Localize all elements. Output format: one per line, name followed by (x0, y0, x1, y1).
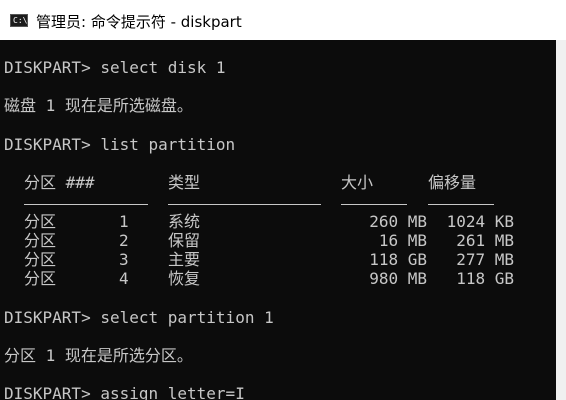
table-cell-size: 980 MB (369, 269, 427, 288)
window-title: 管理员: 命令提示符 - diskpart (36, 13, 242, 31)
console-line-command: DISKPART> select partition 1 (4, 308, 274, 327)
table-header-partition: 分区 ### (24, 173, 95, 192)
table-header-type: 类型 (168, 173, 201, 192)
table-cell-number: 2 (119, 231, 129, 250)
table-cell-size: 118 GB (369, 250, 427, 269)
table-cell-name: 分区 (24, 231, 57, 250)
table-cell-type: 主要 (168, 250, 201, 269)
table-cell-type: 恢复 (168, 269, 201, 288)
table-header-offset: 偏移量 (428, 173, 477, 192)
table-cell-number: 1 (119, 212, 129, 231)
table-cell-name: 分区 (24, 269, 57, 288)
scrollbar[interactable] (556, 40, 566, 400)
table-cell-offset: 1024 KB (446, 212, 514, 231)
title-bar: C:\ 管理员: 命令提示符 - diskpart (0, 0, 566, 40)
console-line-command: DISKPART> select disk 1 (4, 58, 226, 77)
table-cell-name: 分区 (24, 212, 57, 231)
table-cell-size: 16 MB (378, 231, 427, 250)
table-cell-offset: 118 GB (456, 269, 514, 288)
console-line-output: 分区 1 现在是所选分区。 (4, 346, 193, 365)
table-cell-offset: 277 MB (456, 250, 514, 269)
console-output[interactable]: DISKPART> select disk 1 磁盘 1 现在是所选磁盘。 DI… (0, 40, 556, 400)
table-cell-number: 4 (119, 269, 129, 288)
table-cell-name: 分区 (24, 250, 57, 269)
command-prompt-icon: C:\ (10, 14, 28, 27)
table-cell-type: 系统 (168, 212, 201, 231)
table-separator (341, 204, 407, 205)
table-separator (24, 204, 148, 205)
table-separator (428, 204, 494, 205)
table-separator (168, 204, 321, 205)
table-cell-number: 3 (119, 250, 129, 269)
table-cell-type: 保留 (168, 231, 201, 250)
table-cell-offset: 261 MB (456, 231, 514, 250)
console-line-output: 磁盘 1 现在是所选磁盘。 (4, 96, 193, 115)
table-header-size: 大小 (341, 173, 374, 192)
console-line-command: DISKPART> assign letter=I (4, 384, 245, 400)
table-cell-size: 260 MB (369, 212, 427, 231)
console-line-command: DISKPART> list partition (4, 135, 236, 154)
